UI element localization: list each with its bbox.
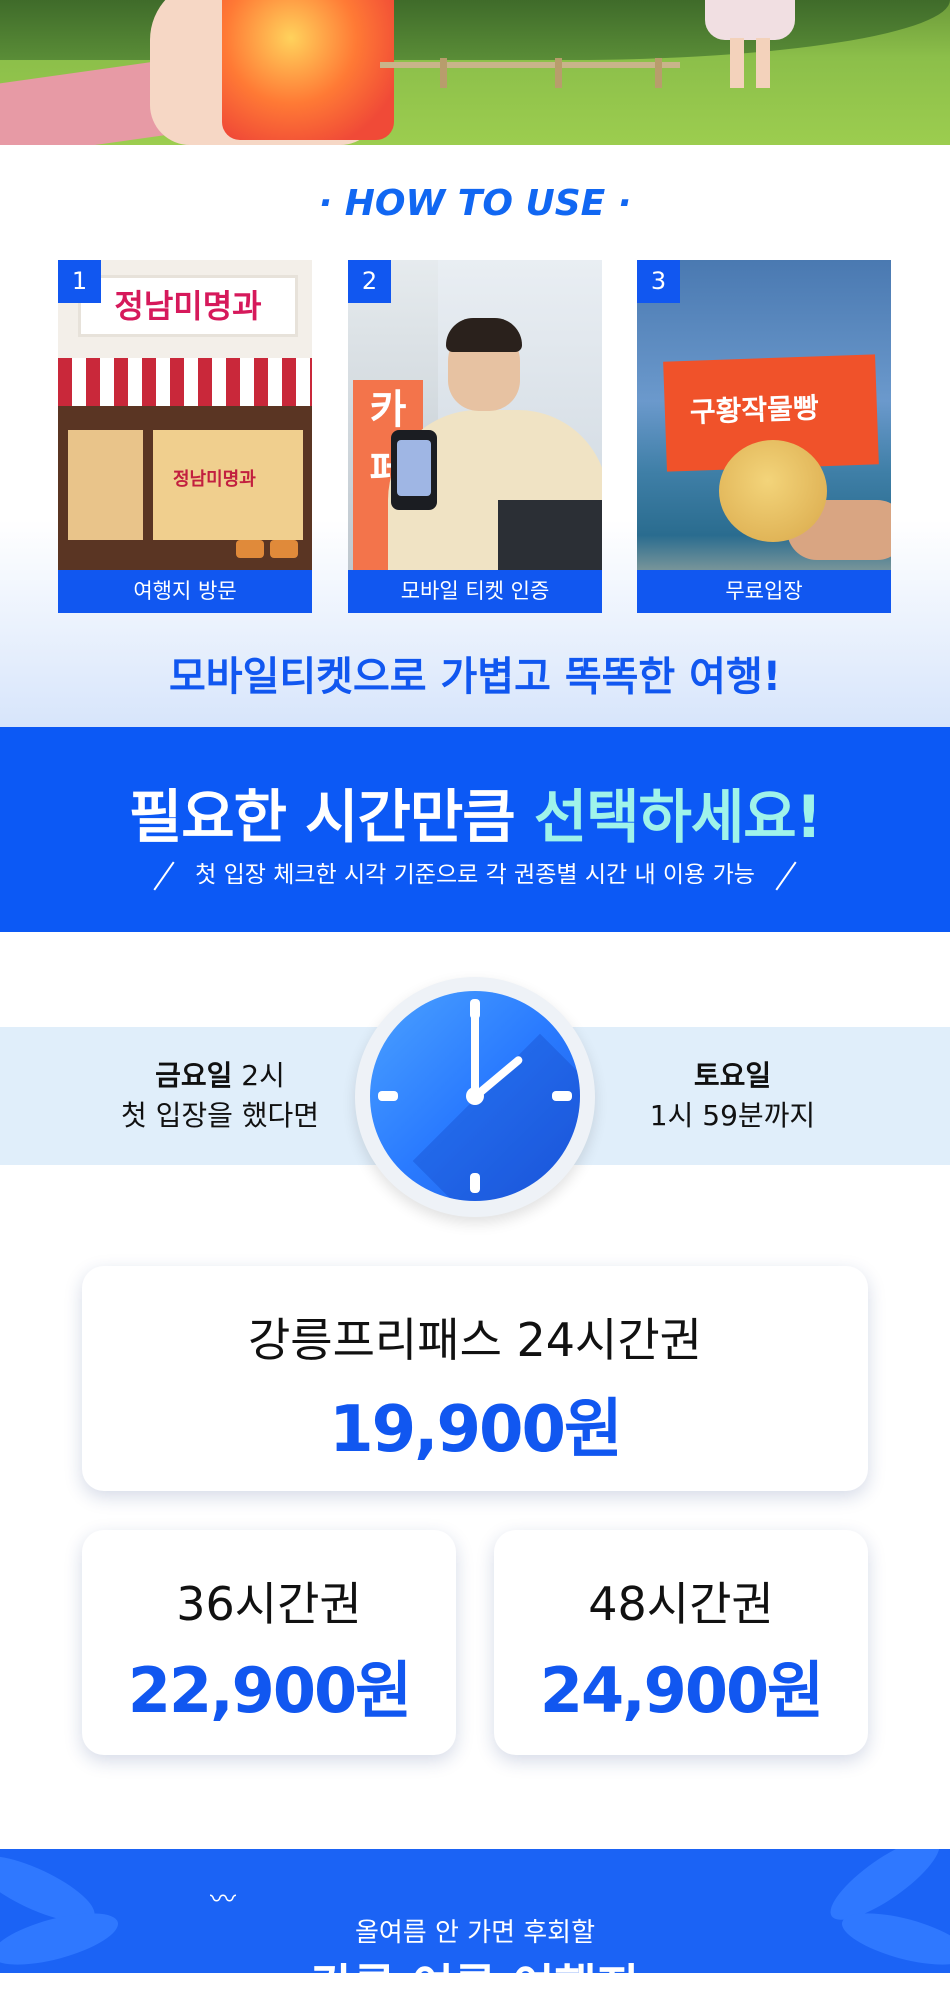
end-day: 토요일	[693, 1059, 772, 1092]
ticket-name: 36시간권	[176, 1577, 362, 1631]
step-card-ticket: 2 카페 모바일 티켓 인증	[348, 260, 602, 613]
window-sign: 정남미명과	[173, 469, 256, 490]
band-title-highlight: 선택하세요!	[533, 783, 822, 851]
step-card-visit: 1 정남미명과 정남미명과 여행지 방문	[58, 260, 312, 613]
band-title: 필요한 시간만큼 선택하세요!	[0, 770, 950, 854]
hero-image	[0, 0, 950, 145]
band-subtitle-text: 첫 입장 체크한 시각 기준으로 각 권종별 시간 내 이용 가능	[195, 862, 755, 888]
slash-icon	[775, 861, 797, 890]
ticket-name: 48시간권	[588, 1577, 774, 1631]
seagull-icon: 〰	[210, 1885, 237, 1915]
person-dress	[705, 0, 795, 40]
start-note: 첫 입장을 했다면	[120, 1099, 320, 1132]
fence-rail	[380, 62, 680, 68]
ticket-price: 22,900원	[127, 1654, 412, 1727]
step-number: 3	[637, 260, 680, 303]
slash-icon	[153, 861, 175, 890]
howto-title: · HOW TO USE ·	[318, 183, 632, 224]
price-card-24h[interactable]: 강릉프리패스 24시간권 19,900원	[82, 1266, 868, 1491]
person-leg	[756, 38, 770, 88]
store-window: 정남미명과	[153, 430, 303, 540]
price-card-36h[interactable]: 36시간권 22,900원	[82, 1530, 456, 1755]
banner-title: 강릉 여름 여행지	[310, 1959, 640, 2013]
step-caption: 여행지 방문	[58, 570, 312, 613]
chair	[270, 540, 298, 558]
box-label: 구황작물빵	[689, 391, 820, 429]
step-number: 2	[348, 260, 391, 303]
fence-post	[555, 58, 562, 88]
ticket-price: 19,900원	[329, 1393, 623, 1467]
start-time-text: 금요일 2시 첫 입장을 했다면	[95, 1056, 345, 1136]
person-leg	[730, 38, 744, 88]
price-card-48h[interactable]: 48시간권 24,900원	[494, 1530, 868, 1755]
ticket-price: 24,900원	[539, 1654, 824, 1727]
band-title-part: 필요한 시간만큼	[128, 783, 534, 851]
ticket-name: 강릉프리패스 24시간권	[247, 1313, 703, 1367]
fence-post	[655, 58, 662, 88]
chair	[236, 540, 264, 558]
phone-icon	[391, 430, 437, 510]
band-subtitle: 첫 입장 체크한 시각 기준으로 각 권종별 시간 내 이용 가능	[0, 855, 950, 893]
end-hour: 1시 59분까지	[649, 1099, 816, 1132]
fence-post	[440, 58, 447, 88]
step-number: 1	[58, 260, 101, 303]
laptop	[498, 500, 602, 570]
end-time-text: 토요일 1시 59분까지	[600, 1056, 865, 1136]
clock-icon	[370, 991, 580, 1201]
step-card-entry: 3 구황작물빵 무료입장	[637, 260, 891, 613]
banner-subtitle: 올여름 안 가면 후회할	[354, 1918, 596, 1948]
start-hour: 2시	[232, 1059, 285, 1092]
hill-shape	[0, 0, 950, 60]
howto-tagline: 모바일티켓으로 가볍고 똑똑한 여행!	[168, 654, 782, 700]
person-hair	[446, 318, 522, 352]
step-caption: 모바일 티켓 인증	[348, 570, 602, 613]
start-day: 금요일	[155, 1059, 233, 1092]
drink-cup	[222, 0, 394, 140]
step-caption: 무료입장	[637, 570, 891, 613]
potato-bread	[719, 440, 827, 542]
store-awning	[58, 358, 312, 406]
store-sign: 정남미명과	[78, 275, 298, 337]
store-window	[68, 430, 143, 540]
